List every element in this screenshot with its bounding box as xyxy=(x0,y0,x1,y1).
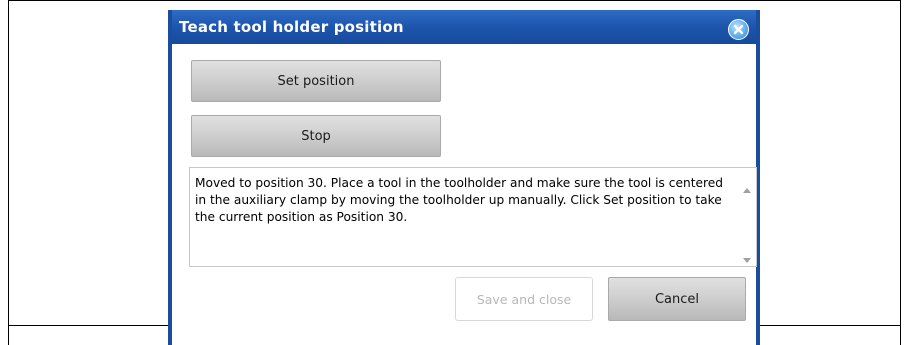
message-scrollbar[interactable] xyxy=(739,168,756,266)
save-and-close-button[interactable]: Save and close xyxy=(455,277,593,321)
teach-tool-holder-dialog: Teach tool holder position Set position … xyxy=(168,10,760,345)
set-position-label: Set position xyxy=(277,73,355,89)
cancel-label: Cancel xyxy=(654,291,700,307)
close-icon xyxy=(733,24,744,35)
stop-label: Stop xyxy=(301,128,331,144)
dialog-title: Teach tool holder position xyxy=(179,18,404,36)
close-button[interactable] xyxy=(728,19,749,40)
set-position-button[interactable]: Set position xyxy=(191,60,441,102)
dialog-titlebar: Teach tool holder position xyxy=(172,10,756,44)
scroll-up-arrow-icon[interactable] xyxy=(743,188,751,193)
message-text: Moved to position 30. Place a tool in th… xyxy=(195,176,723,224)
stop-button[interactable]: Stop xyxy=(191,115,441,157)
scroll-down-arrow-icon[interactable] xyxy=(743,258,751,263)
save-and-close-label: Save and close xyxy=(476,291,572,307)
message-textarea[interactable]: Moved to position 30. Place a tool in th… xyxy=(189,167,757,267)
cancel-button[interactable]: Cancel xyxy=(608,277,746,321)
outer-frame-top-border xyxy=(8,0,901,1)
